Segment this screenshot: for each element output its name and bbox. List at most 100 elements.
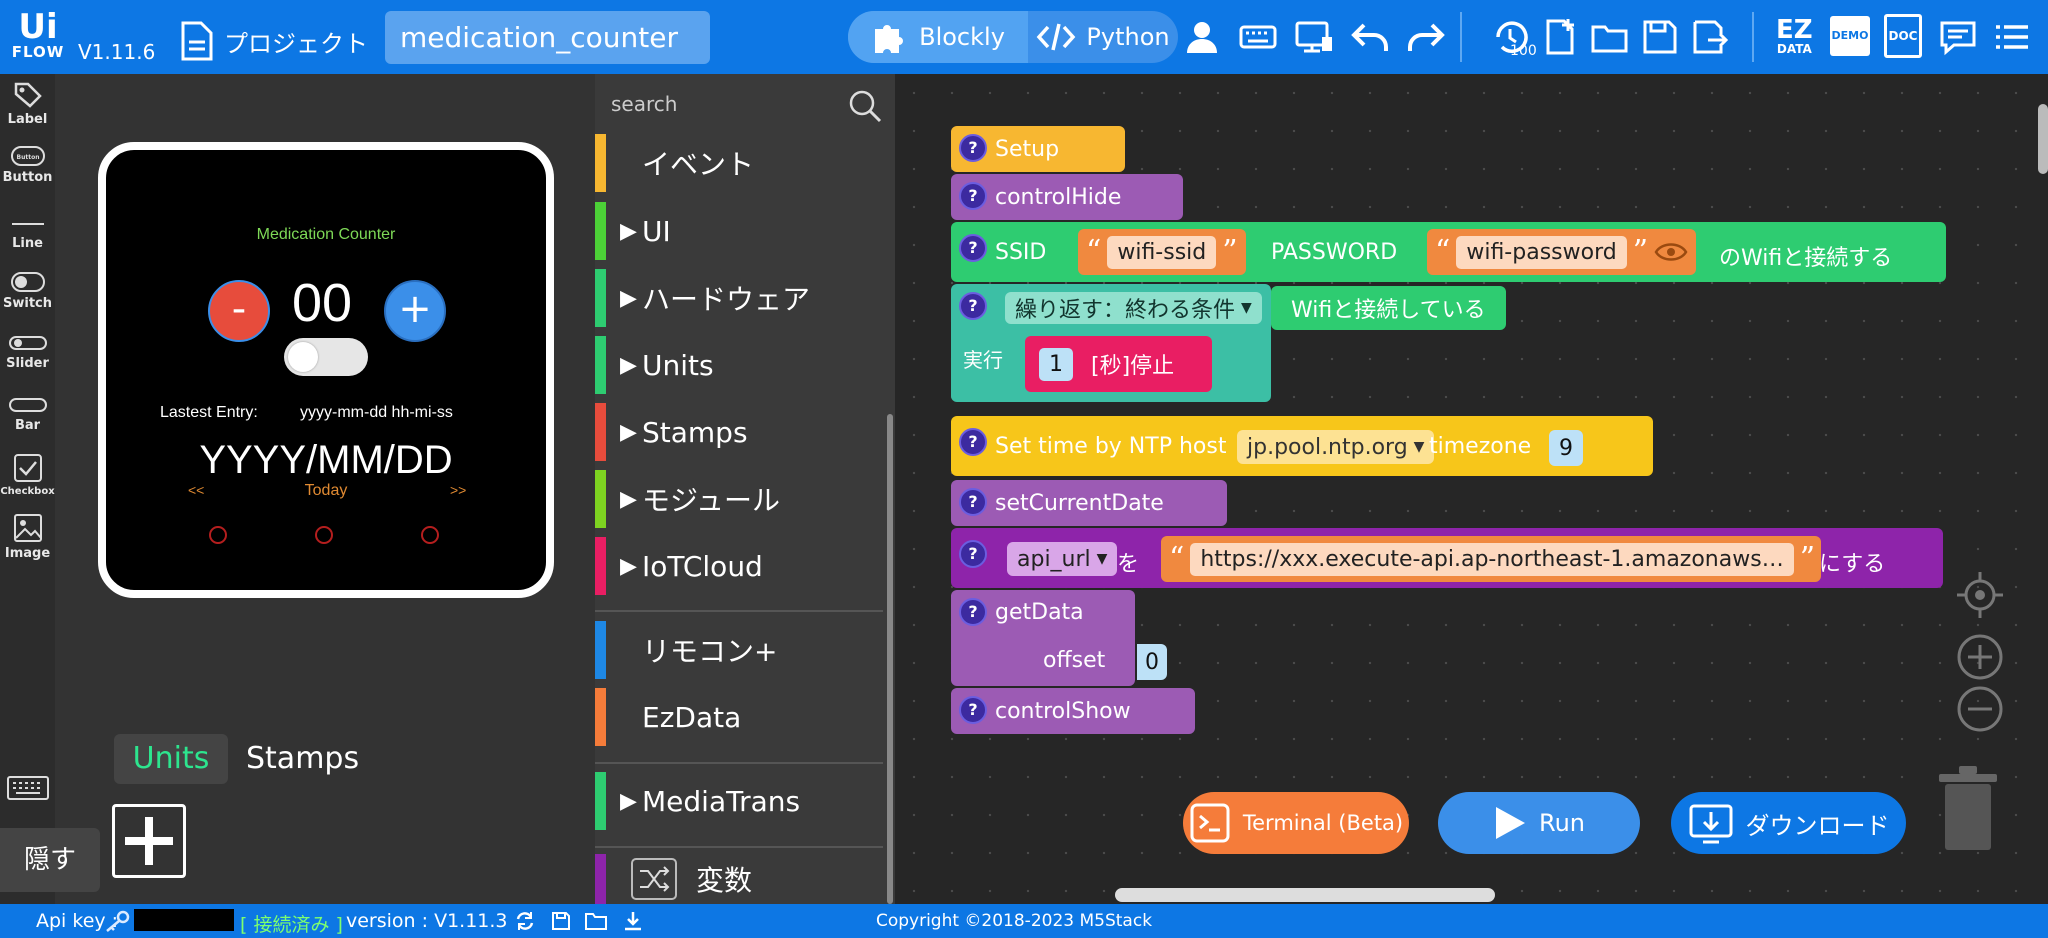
mode-python-button[interactable]: Python	[1028, 11, 1178, 63]
menu-icon[interactable]	[1990, 15, 2034, 59]
save-icon[interactable]	[1638, 15, 1682, 59]
sleep-block[interactable]: 1 [秒]停止	[1025, 336, 1212, 392]
chat-icon[interactable]	[1936, 15, 1980, 59]
palette-line[interactable]: Line	[0, 214, 55, 251]
wifi-connected-block[interactable]: Wifiと接続している	[1271, 286, 1506, 330]
device-icon[interactable]	[1292, 15, 1336, 59]
palette-keyboard[interactable]	[0, 774, 55, 804]
repeat-mode-dropdown[interactable]: 繰り返す：終わる条件 ▼	[1005, 292, 1262, 324]
control-hide-block[interactable]: ? controlHide	[951, 174, 1183, 220]
help-icon[interactable]: ?	[959, 234, 987, 262]
category-remote[interactable]: リモコン+	[595, 621, 883, 679]
palette-bar[interactable]: Bar	[0, 394, 55, 433]
project-menu[interactable]: プロジェクト	[180, 20, 368, 62]
indicator-dot-2[interactable]	[315, 526, 333, 544]
password-string-block[interactable]: “wifi-password”	[1427, 229, 1697, 275]
status-bar: Api key : [ 接続済み ] version : V1.11.3 Cop…	[0, 904, 2048, 938]
eye-icon[interactable]	[1654, 240, 1688, 264]
timezone-value-field[interactable]: 9	[1549, 430, 1583, 466]
category-ui[interactable]: ▶ UI	[595, 202, 883, 260]
help-icon[interactable]: ?	[959, 488, 987, 516]
set-current-date-block[interactable]: ? setCurrentDate	[951, 480, 1227, 526]
control-show-block[interactable]: ? controlShow	[951, 688, 1195, 734]
minus-button[interactable]: -	[208, 280, 270, 342]
palette-label[interactable]: Label	[0, 80, 55, 127]
search-icon[interactable]	[847, 88, 883, 124]
latest-entry-value[interactable]: yyyy-mm-dd hh-mi-ss	[300, 404, 453, 422]
palette-button[interactable]: Button Button	[0, 144, 55, 185]
ssid-string-block[interactable]: “wifi-ssid”	[1078, 229, 1246, 275]
ssid-value-field[interactable]: wifi-ssid	[1107, 235, 1217, 269]
recenter-icon[interactable]	[1955, 570, 2005, 620]
category-units[interactable]: ▶ Units	[595, 336, 883, 394]
get-data-block[interactable]: ? getData offset	[951, 590, 1135, 686]
workspace-vertical-scrollbar[interactable]	[2038, 104, 2048, 174]
zoom-out-icon[interactable]	[1955, 684, 2005, 734]
add-unit-button[interactable]	[112, 804, 186, 878]
export-icon[interactable]	[1688, 15, 1732, 59]
indicator-dot-3[interactable]	[421, 526, 439, 544]
setup-block[interactable]: ? Setup	[951, 126, 1125, 172]
ezdata-icon[interactable]: EZ DATA	[1776, 17, 1813, 56]
palette-switch[interactable]: Switch	[0, 270, 55, 311]
help-icon[interactable]: ?	[959, 598, 987, 626]
indicator-dot-1[interactable]	[209, 526, 227, 544]
sleep-value-field[interactable]: 1	[1039, 347, 1073, 381]
help-icon[interactable]: ?	[959, 696, 987, 724]
new-file-icon[interactable]	[1538, 15, 1582, 59]
category-ezdata[interactable]: EzData	[595, 688, 883, 746]
offset-value-field[interactable]: 0	[1137, 644, 1167, 680]
palette-checkbox[interactable]: Checkbox	[0, 452, 55, 497]
zoom-in-icon[interactable]	[1955, 632, 2005, 682]
history-icon[interactable]: 100	[1488, 15, 1537, 59]
mode-blockly-button[interactable]: Blockly	[848, 11, 1028, 63]
toolbar-divider-2	[1752, 12, 1754, 62]
undo-icon[interactable]	[1348, 15, 1392, 59]
help-icon[interactable]: ?	[959, 428, 987, 456]
terminal-button[interactable]: Terminal (Beta)	[1183, 792, 1409, 854]
api-url-string-block[interactable]: “https://xxx.execute-api.ap-northeast-1.…	[1161, 536, 1821, 582]
search-input[interactable]: search	[611, 92, 881, 116]
palette-slider[interactable]: Slider	[0, 332, 55, 371]
redo-icon[interactable]	[1404, 15, 1448, 59]
keyboard-icon[interactable]	[1236, 15, 1280, 59]
count-label[interactable]: 00	[292, 272, 352, 334]
category-scrollbar[interactable]	[887, 414, 893, 904]
trash-icon[interactable]	[1935, 764, 2001, 854]
category-mediatrans[interactable]: ▶ MediaTrans	[595, 772, 883, 830]
ntp-host-dropdown[interactable]: jp.pool.ntp.org ▼	[1237, 430, 1435, 464]
today-button[interactable]: Today	[106, 482, 546, 500]
tab-units[interactable]: Units	[114, 734, 228, 784]
screen-title[interactable]: Medication Counter	[106, 226, 546, 244]
latest-entry-label[interactable]: Lastest Entry:	[160, 404, 258, 422]
api-url-value-field[interactable]: https://xxx.execute-api.ap-northeast-1.a…	[1190, 542, 1794, 576]
hide-button[interactable]: 隠す	[0, 828, 100, 892]
palette-image[interactable]: Image	[0, 512, 55, 561]
user-icon[interactable]	[1180, 15, 1224, 59]
password-value-field[interactable]: wifi-password	[1456, 235, 1627, 269]
category-hardware[interactable]: ▶ ハードウェア	[595, 269, 883, 327]
doc-icon[interactable]: DOC	[1884, 14, 1922, 58]
category-module[interactable]: ▶ モジュール	[595, 470, 883, 528]
run-button[interactable]: Run	[1438, 792, 1640, 854]
project-name-input[interactable]: medication_counter	[385, 11, 710, 64]
blockly-workspace[interactable]: ? Setup ? controlHide ? SSID “wifi-ssid” P…	[895, 74, 2048, 904]
demo-icon[interactable]: DEMO	[1830, 16, 1870, 56]
download-button[interactable]: ダウンロード	[1671, 792, 1906, 854]
category-variables[interactable]: 変数	[595, 854, 883, 904]
toggle-switch[interactable]	[284, 338, 368, 376]
workspace-horizontal-scrollbar[interactable]	[1115, 888, 1495, 902]
category-stamps[interactable]: ▶ Stamps	[595, 403, 883, 461]
category-iotcloud[interactable]: ▶ IoTCloud	[595, 537, 883, 595]
plus-button[interactable]: +	[384, 280, 446, 342]
help-icon[interactable]: ?	[959, 134, 987, 162]
help-icon[interactable]: ?	[959, 540, 987, 568]
date-label[interactable]: YYYY/MM/DD	[106, 438, 546, 483]
category-event[interactable]: イベント	[595, 134, 883, 192]
variable-dropdown[interactable]: api_url ▼	[1007, 542, 1118, 576]
tab-stamps[interactable]: Stamps	[246, 734, 359, 784]
next-button[interactable]: >>	[450, 482, 466, 498]
help-icon[interactable]: ?	[959, 182, 987, 210]
open-folder-icon[interactable]	[1588, 15, 1632, 59]
help-icon[interactable]: ?	[959, 292, 987, 320]
